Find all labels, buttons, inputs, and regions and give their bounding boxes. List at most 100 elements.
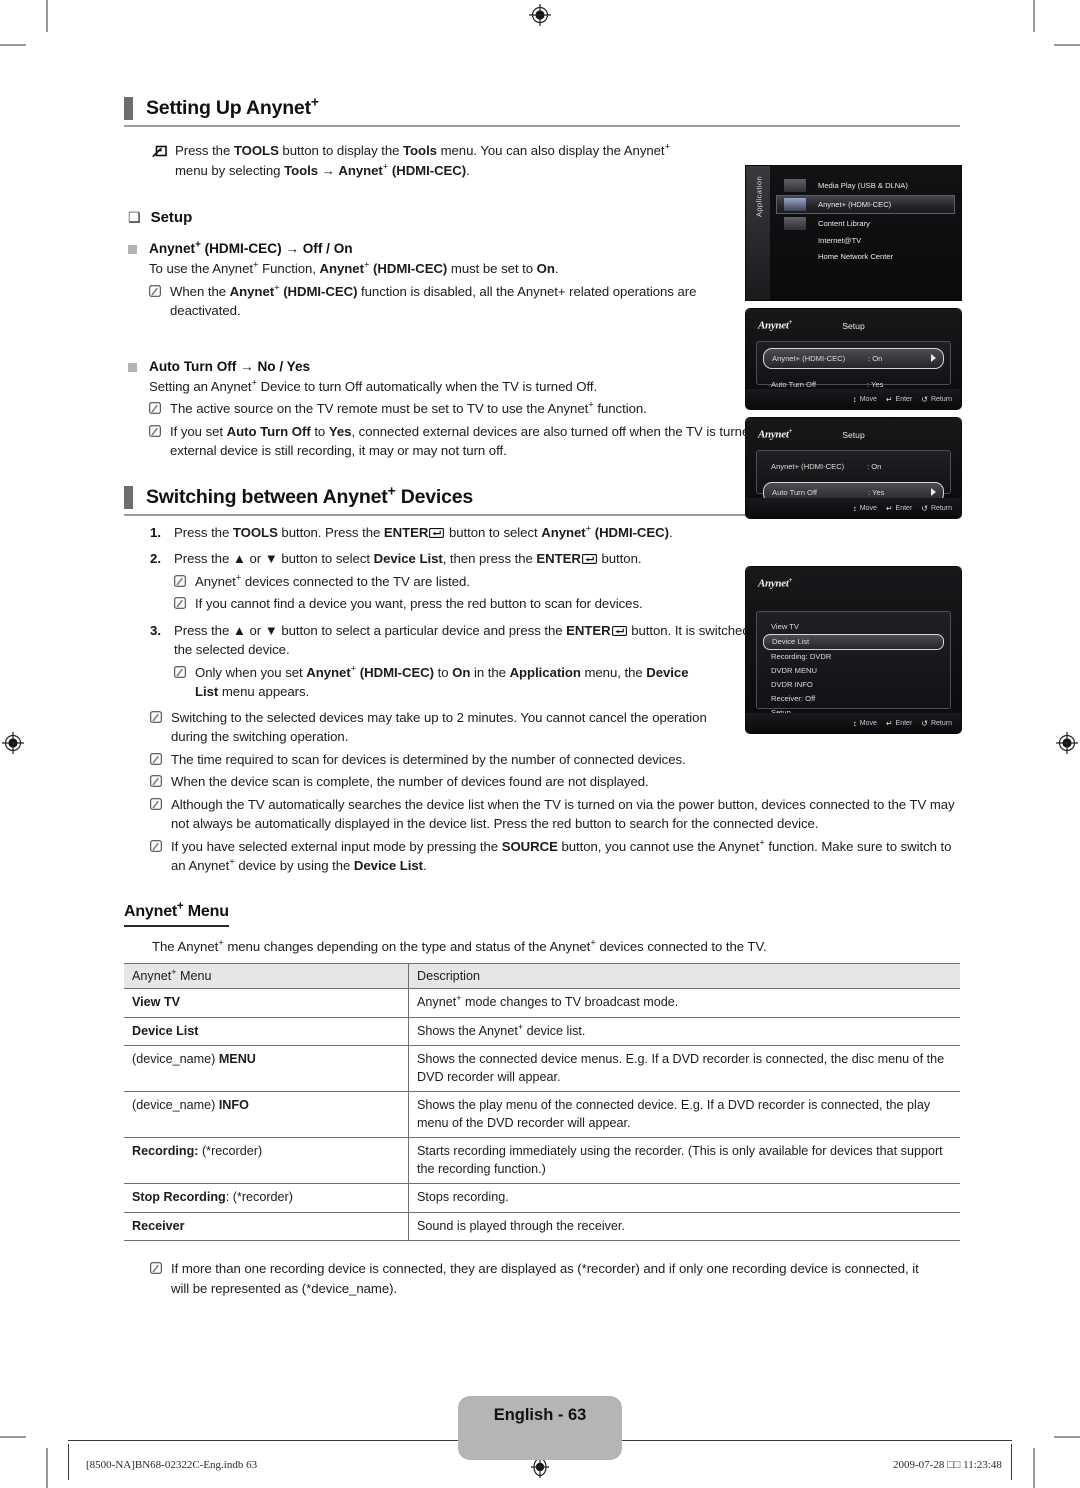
- note-seg1: If you have selected external input mode…: [171, 838, 502, 854]
- body-seg1: To use the Anynet: [149, 261, 253, 276]
- step-seg2: , then press the: [442, 551, 537, 566]
- plus-superscript: +: [788, 577, 793, 584]
- footer-divider-left: [68, 1444, 70, 1480]
- note-row: Anynet+ devices connected to the TV are …: [124, 572, 774, 592]
- note-seg5: .: [423, 858, 427, 873]
- note-seg2: to: [310, 423, 329, 439]
- registration-mark-left: [2, 732, 24, 754]
- desc-seg1: Anynet: [417, 995, 457, 1009]
- application-sidebar: Application: [746, 166, 770, 300]
- source-button-label: SOURCE: [501, 838, 558, 854]
- media-play-icon: [784, 179, 806, 192]
- arrow-separator: →: [318, 162, 339, 178]
- menu-item-internet-tv[interactable]: Internet@TV: [776, 233, 955, 249]
- table-cell-menu: Stop Recording: (*recorder): [124, 1183, 409, 1213]
- footer-move: ↕ Move: [853, 395, 877, 404]
- section3-intro: The Anynet+ menu changes depending on th…: [124, 937, 960, 957]
- step-number: 1.: [150, 524, 161, 540]
- step-seg1: Press the ▲ or ▼ button to select a part…: [174, 622, 567, 638]
- hdmi-cec-label: (HDMI-CEC): [356, 664, 435, 680]
- logo-text: Anynet: [758, 577, 789, 590]
- note-text: When the device scan is complete, the nu…: [171, 774, 649, 789]
- registration-mark-top: [529, 4, 551, 26]
- device-item-device-list[interactable]: Device List: [763, 634, 944, 650]
- section2-title-seg2: Devices: [395, 485, 474, 508]
- device-item-dvdr-info[interactable]: DVDR INFO: [763, 678, 944, 692]
- setup-option-anynet-hdmi-cec[interactable]: Anynet+ (HDMI-CEC) : On: [763, 348, 944, 369]
- footer-label: Enter: [895, 395, 913, 403]
- tools-menu-label: Tools: [403, 143, 437, 158]
- tools-note-seg1: Press the: [175, 143, 234, 158]
- note-seg5: menu appears.: [218, 684, 310, 699]
- footer-label: Enter: [895, 719, 913, 727]
- move-icon: ↕: [852, 503, 857, 513]
- screen-footer-bar: ↕ Move ↵ Enter ↺ Return: [746, 498, 961, 518]
- note-row: Only when you set Anynet+ (HDMI-CEC) to …: [124, 663, 694, 702]
- note-row: If you set Auto Turn Off to Yes, connect…: [124, 422, 825, 461]
- setup-option-anynet-hdmi-cec[interactable]: Anynet+ (HDMI-CEC) : On: [763, 457, 944, 476]
- crop-mark-left-bottom: [0, 1436, 26, 1438]
- menu-item-anynet[interactable]: Anynet+ (HDMI-CEC): [776, 195, 955, 214]
- menu-item-content-library[interactable]: Content Library: [776, 214, 955, 233]
- menu-item-media-play[interactable]: Media Play (USB & DLNA): [776, 176, 955, 195]
- enter-button-label: ENTER: [383, 524, 429, 540]
- table-cell-description: Shows the Anynet+ device list.: [408, 1017, 960, 1046]
- heading-bar: [124, 97, 133, 120]
- screen-footer-bar: ↕ Move ↵ Enter ↺ Return: [746, 713, 961, 733]
- note-row: The time required to scan for devices is…: [124, 750, 960, 770]
- note-text: Switching to the selected devices may ta…: [171, 709, 707, 745]
- step-seg3: button.: [597, 551, 642, 566]
- section3-title-seg1: Anynet: [124, 902, 178, 920]
- item-label-seg1: Anynet: [149, 241, 196, 256]
- tools-note-seg5: .: [466, 162, 470, 178]
- step-seg2: button. Press the: [277, 524, 384, 540]
- device-item-receiver-off[interactable]: Receiver: Off: [763, 692, 944, 706]
- footer-return: ↺ Return: [921, 395, 952, 404]
- screen-footer-bar: ↕ Move ↵ Enter ↺ Return: [746, 389, 961, 409]
- heading-bar: [124, 485, 133, 509]
- menu-item-home-network-center[interactable]: Home Network Center: [776, 249, 955, 265]
- note-text: The time required to scan for devices is…: [171, 751, 686, 767]
- note-seg1: The active source on the TV remote must …: [170, 401, 589, 416]
- device-item-label: DVDR INFO: [771, 680, 813, 689]
- option-label: Anynet+ (HDMI-CEC): [771, 462, 845, 471]
- option-label: Auto Turn Off: [772, 488, 818, 497]
- crop-mark-top-right: [1033, 0, 1035, 32]
- enter-icon: ↵: [885, 394, 893, 404]
- device-item-label: Receiver: Off: [771, 694, 816, 703]
- footer-divider-right: [1011, 1444, 1013, 1480]
- device-item-dvdr-menu[interactable]: DVDR MENU: [763, 664, 944, 678]
- table-cell-description: Anynet+ mode changes to TV broadcast mod…: [408, 988, 960, 1018]
- setup-options-panel: Anynet+ (HDMI-CEC) : On Auto Turn Off : …: [756, 341, 951, 389]
- footer-return: ↺ Return: [921, 504, 952, 513]
- menu-item-label: Content Library: [818, 219, 870, 228]
- tools-button-label: TOOLS: [232, 524, 278, 540]
- option-label: Anynet+ (HDMI-CEC): [772, 354, 846, 363]
- device-item-view-tv[interactable]: View TV: [763, 620, 944, 634]
- note-row: If you cannot find a device you want, pr…: [124, 594, 774, 614]
- table-cell-description: Starts recording immediately using the r…: [408, 1137, 960, 1184]
- page-title: Setting Up Anynet+: [124, 94, 960, 120]
- footer-move: ↕ Move: [853, 504, 877, 513]
- note-text: When the Anynet+ (HDMI-CEC) function is …: [170, 282, 767, 321]
- anynet-label: Anynet: [541, 524, 586, 540]
- anynet-icon: [784, 198, 806, 211]
- move-icon: ↕: [852, 394, 857, 404]
- table-cell-description: Stops recording.: [408, 1183, 960, 1213]
- menu-bold: MENU: [218, 1052, 256, 1066]
- page-number-badge: English - 63: [458, 1396, 622, 1460]
- device-item-recording-dvdr[interactable]: Recording: DVDR: [763, 650, 944, 664]
- footer-rule-left: [68, 1440, 458, 1442]
- enter-key-icon: [581, 551, 598, 566]
- anynet-label: Anynet: [306, 664, 351, 680]
- enter-key-icon: [428, 525, 445, 540]
- item-label-seg2: (HDMI-CEC) → Off / On: [200, 241, 353, 256]
- section3-title: Anynet+ Menu: [124, 900, 229, 922]
- footer-rule-right: [622, 1440, 1012, 1442]
- note-text: Anynet+ devices connected to the TV are …: [195, 572, 774, 592]
- note-pencil-icon: [149, 424, 161, 437]
- screen-title: Setup: [842, 430, 865, 440]
- table-cell-menu: Device List: [124, 1017, 409, 1046]
- body-seg2: Function,: [258, 261, 320, 276]
- screenshot-application-menu: Application Media Play (USB & DLNA) Anyn…: [746, 166, 961, 300]
